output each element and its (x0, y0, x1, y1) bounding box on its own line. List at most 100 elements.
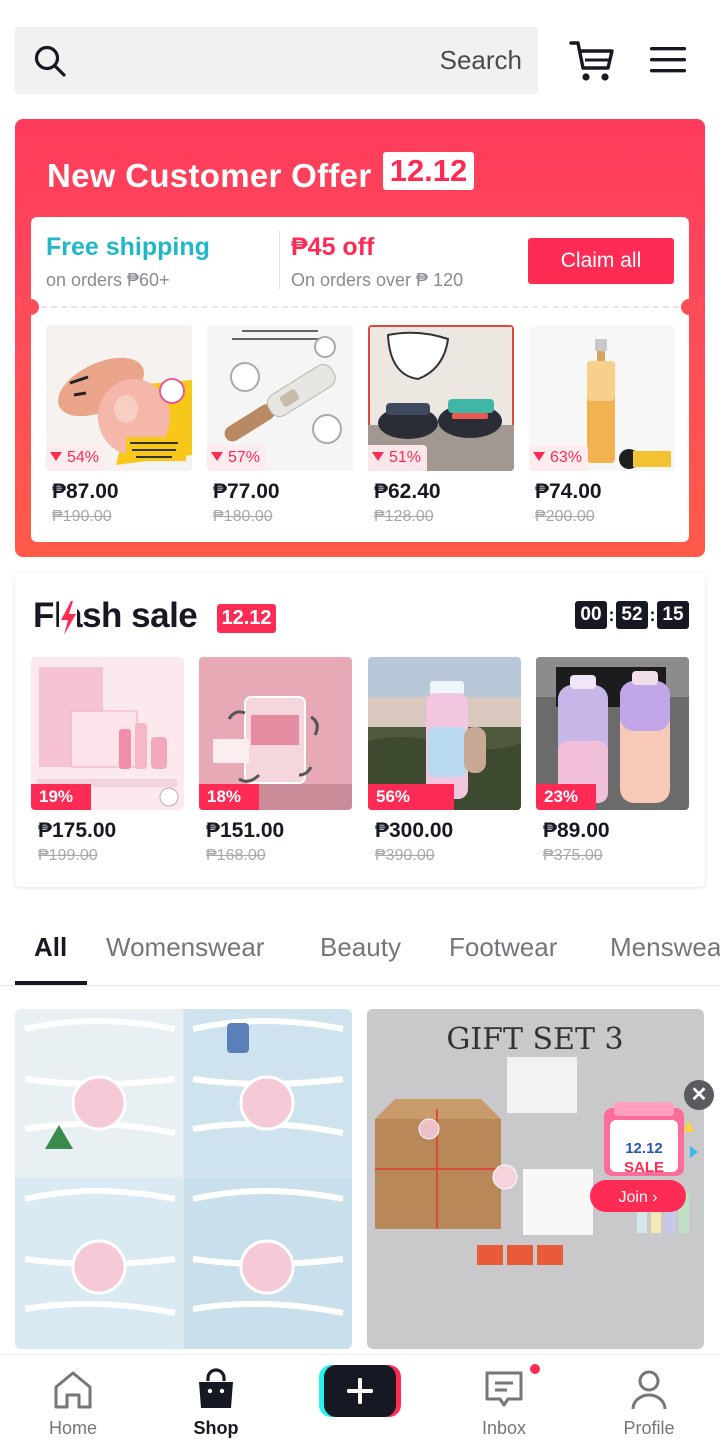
offer-products: 54% ₱87.00 ₱190.00 57% ₱77.00 ₱180.00 51… (46, 325, 676, 525)
product-image (15, 1009, 352, 1349)
offer-panel: Free shipping on orders ₱60+ ₱45 off On … (23, 217, 697, 542)
inbox-icon (485, 1371, 523, 1407)
nav-shop-label: Shop (193, 1418, 239, 1438)
nav-shop[interactable]: Shop (161, 1367, 271, 1439)
product-image: 23% (536, 657, 689, 810)
category-tabs: All Womenswear Beauty Footwear Menswear (0, 905, 720, 986)
discount-badge: 57% (207, 445, 267, 471)
tab-all[interactable]: All (34, 932, 67, 963)
flash-products: 19% ₱175.00 ₱199.00 18% ₱151.00 ₱168.00 (31, 657, 691, 867)
product-price: ₱87.00 (52, 480, 119, 503)
dashed-divider (31, 306, 689, 308)
top-bar: Search (0, 0, 720, 110)
product-price: ₱151.00 (206, 819, 285, 842)
product-image: 57% (207, 325, 353, 471)
promo-join: Join › (618, 1189, 657, 1206)
flash-sale-badge: 12.12 (217, 604, 276, 633)
voucher-divider (279, 231, 280, 289)
discount-badge: 19% (31, 784, 91, 810)
timer-separator: : (649, 604, 656, 625)
nav-inbox[interactable]: Inbox (449, 1367, 559, 1439)
product-price: ₱74.00 (535, 480, 602, 503)
nav-profile[interactable]: Profile (594, 1367, 704, 1439)
search-input[interactable]: Search (15, 27, 538, 94)
discount-badge: 56% (368, 784, 454, 810)
tab-beauty[interactable]: Beauty (320, 932, 401, 963)
product-image: 54% (46, 325, 192, 471)
sale-promo-widget[interactable]: 12.12 SALE Join › (590, 1100, 702, 1218)
shopping-bag-icon (199, 1368, 233, 1408)
discount-badge: 18% (199, 784, 259, 810)
discount-badge: 63% (529, 445, 589, 471)
product-old-price: ₱190.00 (52, 508, 112, 525)
product-old-price: ₱180.00 (213, 508, 273, 525)
nav-home-label: Home (48, 1418, 97, 1438)
gift-set-label: GIFT SET 3 (446, 1022, 623, 1057)
search-placeholder: Search (439, 45, 522, 75)
product-image: 18% (199, 657, 352, 810)
promo-line2: SALE (624, 1159, 664, 1176)
inbox-notification-dot (528, 1362, 542, 1376)
discount-badge: 23% (536, 784, 596, 810)
create-plus-icon[interactable] (319, 1365, 401, 1417)
ticket-notch-right (681, 299, 697, 315)
discount-voucher: ₱45 off On orders over ₱ 120 (291, 233, 463, 291)
cart-icon[interactable] (568, 38, 616, 84)
flash-product[interactable]: 23% ₱89.00 ₱375.00 (536, 657, 689, 865)
product-price: ₱300.00 (375, 819, 454, 842)
free-shipping-title: Free shipping (46, 233, 210, 261)
countdown-timer: 00 : 52 : 15 (575, 601, 689, 629)
tab-menswear[interactable]: Menswear (610, 932, 720, 963)
product-old-price: ₱128.00 (374, 508, 434, 525)
free-shipping-voucher: Free shipping on orders ₱60+ (46, 233, 210, 291)
timer-separator: : (608, 604, 615, 625)
nav-home[interactable]: Home (18, 1367, 128, 1439)
offer-badge: 12.12 (383, 152, 474, 190)
product-price: ₱62.40 (374, 480, 441, 503)
ticket-notch-left (23, 299, 39, 315)
offer-product[interactable]: 54% ₱87.00 ₱190.00 (46, 325, 192, 526)
menu-icon[interactable] (648, 42, 688, 78)
product-old-price: ₱200.00 (535, 508, 595, 525)
tab-footwear[interactable]: Footwear (449, 932, 557, 963)
product-price: ₱175.00 (38, 819, 117, 842)
flash-product[interactable]: 56% ₱300.00 ₱390.00 (368, 657, 521, 865)
claim-all-button[interactable]: Claim all (528, 238, 674, 284)
offer-title: New Customer Offer (47, 157, 372, 194)
product-price: ₱89.00 (543, 819, 610, 842)
free-shipping-sub: on orders ₱60+ (46, 270, 170, 290)
flash-sale-card: Flash sale 12.12 00 : 52 : 15 19% ₱175.0… (15, 573, 705, 887)
offer-product[interactable]: 57% ₱77.00 ₱180.00 (207, 325, 353, 526)
profile-icon (631, 1370, 667, 1410)
active-tab-indicator (15, 981, 87, 985)
search-icon (34, 45, 66, 77)
nav-profile-label: Profile (623, 1418, 675, 1438)
bottom-navigation: Home Shop Inbox Profile (0, 1354, 720, 1440)
timer-hours: 00 (575, 601, 607, 629)
product-image: 63% (529, 325, 675, 471)
home-icon (54, 1371, 92, 1409)
product-card[interactable] (15, 1009, 352, 1349)
discount-badge: 54% (46, 445, 106, 471)
flash-product[interactable]: 19% ₱175.00 ₱199.00 (31, 657, 184, 865)
nav-inbox-label: Inbox (481, 1418, 527, 1438)
tab-womenswear[interactable]: Womenswear (106, 932, 264, 963)
discount-badge: 51% (368, 445, 428, 471)
offer-product[interactable]: 51% ₱62.40 ₱128.00 (368, 325, 514, 526)
discount-title: ₱45 off (291, 233, 375, 261)
product-old-price: ₱390.00 (375, 847, 435, 864)
discount-sub: On orders over ₱ 120 (291, 270, 464, 290)
flash-product[interactable]: 18% ₱151.00 ₱168.00 (199, 657, 352, 865)
product-image: 19% (31, 657, 184, 810)
product-image: 51% (368, 325, 514, 471)
timer-minutes: 52 (616, 601, 648, 629)
timer-seconds: 15 (657, 601, 689, 629)
offer-product[interactable]: 63% ₱74.00 ₱200.00 (529, 325, 675, 526)
product-old-price: ₱168.00 (206, 847, 266, 864)
flash-sale-title: Flash sale (33, 596, 198, 635)
lightning-icon (59, 601, 77, 635)
new-customer-offer-card: New Customer Offer 12.12 Free shipping o… (15, 119, 705, 557)
promo-line1: 12.12 (625, 1140, 663, 1157)
product-image: 56% (368, 657, 521, 810)
product-old-price: ₱199.00 (38, 847, 98, 864)
